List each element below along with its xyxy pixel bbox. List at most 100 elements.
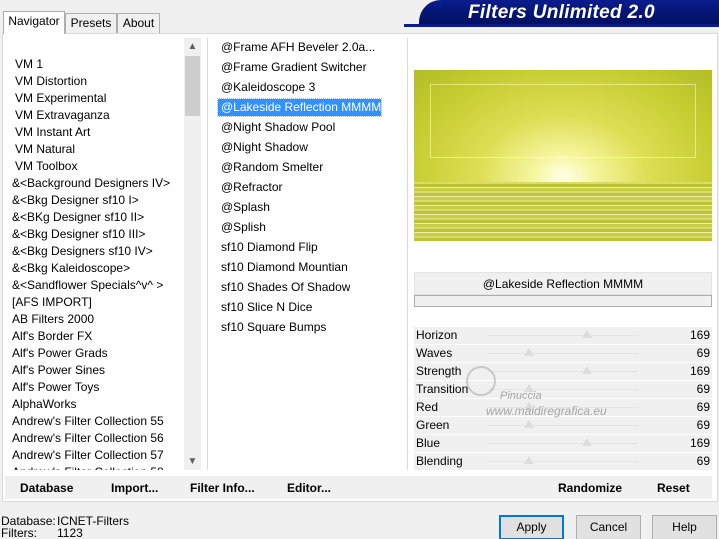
param-label: Green — [416, 418, 450, 432]
editor-button[interactable]: Editor... — [287, 480, 331, 496]
param-row[interactable]: Horizon 169 — [414, 327, 712, 344]
param-slider-knob-icon[interactable] — [523, 456, 534, 464]
param-slider-track[interactable] — [488, 371, 638, 372]
category-item[interactable]: Andrew's Filter Collection 58 — [12, 464, 182, 470]
param-label: Blue — [416, 436, 441, 450]
category-item[interactable]: [AFS IMPORT] — [12, 294, 182, 311]
param-slider-track[interactable] — [488, 461, 638, 462]
category-item[interactable]: Andrew's Filter Collection 57 — [12, 447, 182, 464]
param-value: 69 — [696, 418, 710, 432]
filter-item[interactable]: @Frame AFH Beveler 2.0a... — [218, 39, 375, 56]
preview-reflection — [414, 182, 712, 241]
category-item[interactable]: VM Experimental — [12, 90, 182, 107]
filter-item[interactable]: @Kaleidoscope 3 — [218, 79, 315, 96]
watermark-name: Pinuccia — [500, 390, 542, 402]
reset-button[interactable]: Reset — [657, 480, 690, 496]
param-value: 69 — [696, 400, 710, 414]
filter-item[interactable]: @Night Shadow Pool — [218, 119, 335, 136]
scroll-up-arrow-icon[interactable]: ▲ — [184, 38, 201, 55]
param-slider-track[interactable] — [488, 335, 638, 336]
filter-item[interactable]: @Random Smelter — [218, 159, 323, 176]
tab-about[interactable]: About — [117, 13, 160, 33]
apply-button[interactable]: Apply — [499, 515, 564, 539]
category-item[interactable]: VM Toolbox — [12, 158, 182, 175]
param-value: 169 — [689, 436, 710, 450]
list-divider — [207, 38, 208, 470]
category-item[interactable]: Andrew's Filter Collection 55 — [12, 413, 182, 430]
preview-frame — [430, 84, 696, 158]
filter-item[interactable]: sf10 Shades Of Shadow — [218, 279, 350, 296]
banner-stripe — [404, 24, 719, 27]
watermark-url: www.maidiregrafica.eu — [486, 404, 607, 418]
param-row[interactable]: Transition 69 — [414, 381, 712, 398]
param-row[interactable]: Blue 169 — [414, 435, 712, 452]
param-label: Strength — [416, 364, 462, 378]
param-slider-track[interactable] — [488, 353, 638, 354]
scroll-thumb[interactable] — [185, 56, 200, 116]
param-slider-track[interactable] — [488, 425, 638, 426]
param-label: Horizon — [416, 328, 458, 342]
category-list[interactable]: VM 1 VM Distortion VM Experimental VM Extra… — [12, 56, 182, 470]
param-slider-track[interactable] — [488, 443, 638, 444]
category-item[interactable]: &<Background Designers IV> — [12, 175, 182, 192]
category-item[interactable]: &<Bkg Designers sf10 IV> — [12, 243, 182, 260]
category-item[interactable]: Alf's Power Toys — [12, 379, 182, 396]
category-item[interactable]: VM Natural — [12, 141, 182, 158]
param-slider-knob-icon[interactable] — [582, 330, 592, 338]
list-divider — [407, 38, 408, 470]
tab-presets[interactable]: Presets — [65, 13, 117, 33]
filter-item[interactable]: sf10 Diamond Mountian — [218, 259, 348, 276]
filters-count-value: 1123 — [57, 526, 83, 539]
banner-title: Filters Unlimited 2.0 — [468, 2, 655, 23]
filter-info-button[interactable]: Filter Info... — [190, 480, 255, 496]
param-slider-knob-icon[interactable] — [582, 438, 592, 446]
param-slider-knob-icon[interactable] — [582, 366, 592, 374]
param-slider-knob-icon[interactable] — [523, 420, 534, 428]
filter-item[interactable]: @Night Shadow — [218, 139, 308, 156]
filter-item[interactable]: @Refractor — [218, 179, 283, 196]
category-item[interactable]: VM Distortion — [12, 73, 182, 90]
filter-preview-image — [414, 70, 712, 241]
category-item[interactable]: &<Sandflower Specials^v^ > — [12, 277, 182, 294]
help-button[interactable]: Help — [652, 515, 717, 539]
category-item[interactable]: &<Bkg Designer sf10 III> — [12, 226, 182, 243]
randomize-button[interactable]: Randomize — [558, 480, 622, 496]
category-item[interactable]: &<BKg Designer sf10 II> — [12, 209, 182, 226]
category-item[interactable]: VM Extravaganza — [12, 107, 182, 124]
param-value: 69 — [696, 382, 710, 396]
selected-filter-title: @Lakeside Reflection MMMM — [414, 272, 712, 295]
category-item[interactable]: Andrew's Filter Collection 56 — [12, 430, 182, 447]
category-item[interactable]: &<Bkg Designer sf10 I> — [12, 192, 182, 209]
param-row[interactable]: Strength 169 — [414, 363, 712, 380]
filter-item[interactable]: @Splish — [218, 219, 266, 236]
category-item[interactable]: AlphaWorks — [12, 396, 182, 413]
category-item[interactable]: Alf's Power Sines — [12, 362, 182, 379]
category-item[interactable]: VM 1 — [12, 56, 182, 73]
param-slider-knob-icon[interactable] — [523, 348, 534, 356]
category-item[interactable]: Alf's Border FX — [12, 328, 182, 345]
param-row[interactable]: Green 69 — [414, 417, 712, 434]
category-item[interactable]: AB Filters 2000 — [12, 311, 182, 328]
param-row[interactable]: Waves 69 — [414, 345, 712, 362]
filter-item[interactable]: @Splash — [218, 199, 270, 216]
filter-item[interactable]: @Frame Gradient Switcher — [218, 59, 367, 76]
param-label: Waves — [416, 346, 453, 360]
import-button[interactable]: Import... — [111, 480, 158, 496]
cancel-button[interactable]: Cancel — [576, 515, 641, 539]
filter-item[interactable]: @Lakeside Reflection MMMM — [216, 98, 383, 117]
param-row[interactable]: Blending 69 — [414, 453, 712, 470]
tab-navigator[interactable]: Navigator — [3, 11, 65, 34]
category-item[interactable]: Alf's Power Grads — [12, 345, 182, 362]
category-scrollbar[interactable]: ▲ ▼ — [184, 38, 201, 470]
filter-item[interactable]: sf10 Square Bumps — [218, 319, 326, 336]
filter-item[interactable]: sf10 Diamond Flip — [218, 239, 318, 256]
category-item[interactable]: &<Bkg Kaleidoscope> — [12, 260, 182, 277]
filter-list[interactable]: @Frame AFH Beveler 2.0a... @Frame Gradien… — [216, 39, 400, 339]
category-item[interactable]: VM Instant Art — [12, 124, 182, 141]
filter-item[interactable]: sf10 Slice N Dice — [218, 299, 312, 316]
param-label: Red — [416, 400, 439, 414]
import-ellipsis: ... — [148, 481, 159, 495]
param-value: 69 — [696, 454, 710, 468]
scroll-down-arrow-icon[interactable]: ▼ — [184, 453, 201, 470]
database-button[interactable]: Database — [20, 480, 73, 496]
